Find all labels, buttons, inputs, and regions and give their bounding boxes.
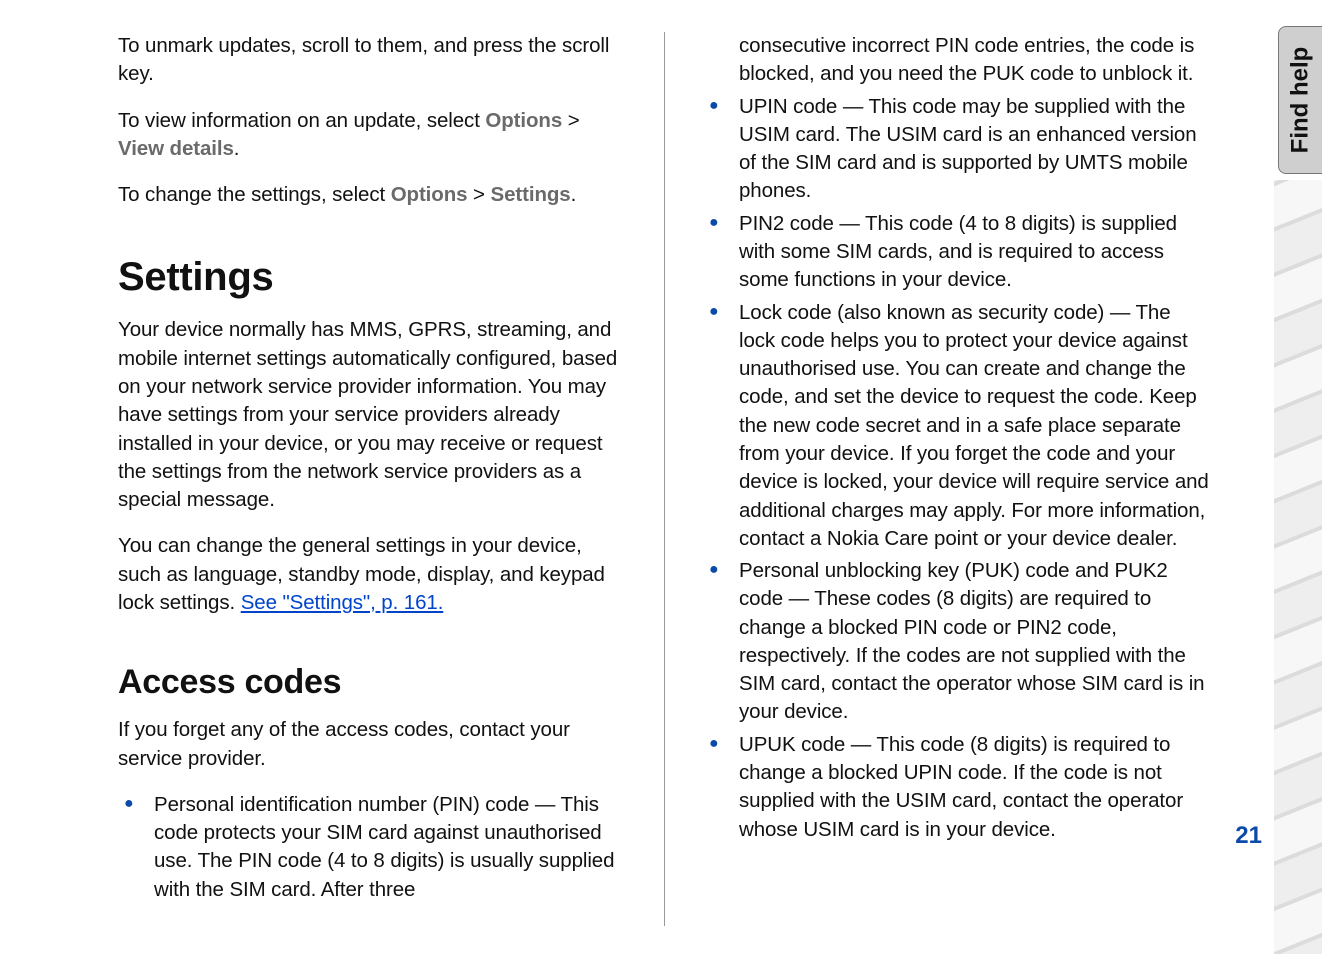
text: > [562,109,579,132]
sidebar-stripes [1274,180,1322,954]
text: To change the settings, select [118,183,391,206]
body-text: To change the settings, select Options >… [118,181,626,209]
page-number: 21 [1235,822,1262,850]
bullet-list: Personal identification number (PIN) cod… [118,791,626,908]
menu-path-options: Options [391,183,468,206]
body-text: You can change the general settings in y… [118,532,626,617]
column-divider [664,32,665,926]
heading-settings: Settings [118,255,626,300]
body-text: Your device normally has MMS, GPRS, stre… [118,316,626,514]
text: > [467,183,490,206]
page-sidebar: Find help [1274,0,1322,954]
list-item: PIN2 code — This code (4 to 8 digits) is… [703,210,1211,295]
text: . [234,137,240,160]
body-text: To unmark updates, scroll to them, and p… [118,32,626,89]
list-item: Lock code (also known as security code) … [703,299,1211,554]
menu-path-options: Options [485,109,562,132]
link-see-settings[interactable]: See "Settings", p. 161. [241,591,444,614]
section-tab-find-help[interactable]: Find help [1278,26,1322,174]
menu-path-view-details: View details [118,137,234,160]
page-content: To unmark updates, scroll to them, and p… [0,0,1322,954]
text: To view information on an update, select [118,109,485,132]
right-column: consecutive incorrect PIN code entries, … [703,32,1211,926]
body-text: To view information on an update, select… [118,107,626,164]
list-item: Personal unblocking key (PUK) code and P… [703,557,1211,727]
list-item: UPUK code — This code (8 digits) is requ… [703,731,1211,844]
body-text-continuation: consecutive incorrect PIN code entries, … [703,32,1211,89]
section-tab-label: Find help [1287,47,1315,154]
bullet-list: UPIN code — This code may be supplied wi… [703,93,1211,848]
menu-path-settings: Settings [491,183,571,206]
heading-access-codes: Access codes [118,663,626,702]
list-item: Personal identification number (PIN) cod… [118,791,626,904]
text: . [571,183,577,206]
list-item: UPIN code — This code may be supplied wi… [703,93,1211,206]
body-text: If you forget any of the access codes, c… [118,716,626,773]
left-column: To unmark updates, scroll to them, and p… [118,32,626,926]
